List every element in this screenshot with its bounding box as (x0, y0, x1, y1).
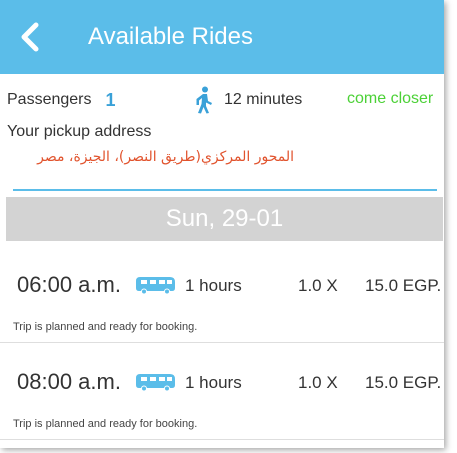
walk-time: 12 minutes (224, 91, 303, 108)
address-underline (13, 189, 437, 191)
trip-price: 15.0 EGP. (365, 373, 442, 392)
ride-info-row: Passengers 1 12 minutes come closer (7, 86, 444, 114)
bus-icon (136, 277, 175, 295)
bus-icon (136, 374, 175, 392)
trip-time: 08:00 a.m. (17, 369, 121, 394)
trip-status: Trip is planned and ready for booking. (13, 321, 198, 333)
date-header: Sun, 29-01 (6, 197, 443, 241)
trip-multiplier: 1.0 X (298, 276, 338, 295)
app-bar: Available Rides (0, 0, 444, 74)
page-title: Available Rides (88, 23, 253, 50)
trip-duration: 1 hours (185, 276, 242, 295)
trip-price: 15.0 EGP. (365, 276, 442, 295)
app-frame: Available Rides Passengers 1 12 minutes … (0, 0, 444, 448)
passengers-label: Passengers (7, 91, 92, 108)
walk-info: 12 minutes (194, 86, 302, 114)
trip-row[interactable]: 06:00 a.m. 1 hours 1.0 X 15.0 EGP. Trip … (0, 245, 444, 343)
passengers-count[interactable]: 1 (106, 90, 116, 111)
pickup-label: Your pickup address (7, 123, 152, 140)
walking-person-icon (196, 86, 212, 114)
trip-status: Trip is planned and ready for booking. (13, 418, 198, 430)
come-closer-link[interactable]: come closer (347, 90, 433, 108)
back-button[interactable] (0, 0, 60, 74)
chevron-left-icon (21, 22, 39, 52)
pickup-address[interactable]: المحور المركزي(طريق النصر)، الجيزة، مصر (14, 149, 294, 165)
trip-multiplier: 1.0 X (298, 373, 338, 392)
trip-row[interactable]: 08:00 a.m. 1 hours 1.0 X 15.0 EGP. Trip … (0, 342, 444, 440)
trip-duration: 1 hours (185, 373, 242, 392)
trip-time: 06:00 a.m. (17, 272, 121, 297)
